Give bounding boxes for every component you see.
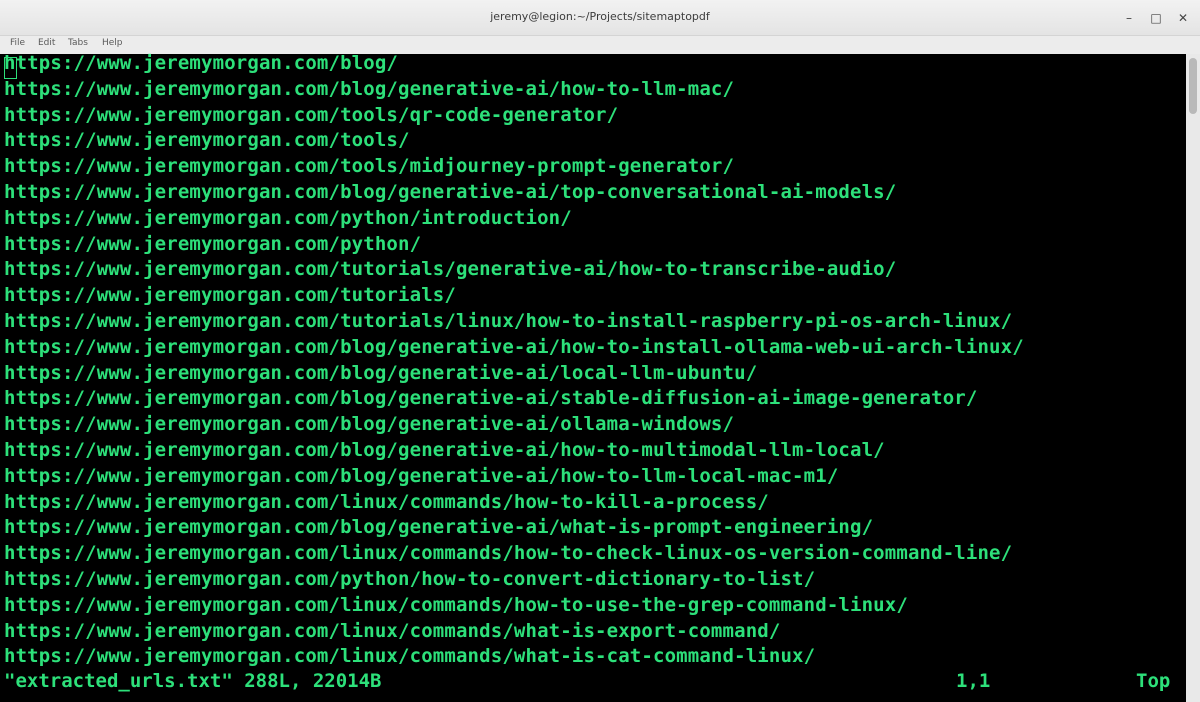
buffer-line: https://www.jeremymorgan.com/blog/	[4, 52, 399, 74]
maximize-button[interactable]: □	[1147, 9, 1165, 27]
buffer-line: https://www.jeremymorgan.com/linux/comma…	[4, 593, 908, 616]
menu-tabs[interactable]: Tabs	[68, 38, 88, 48]
buffer-line: https://www.jeremymorgan.com/tools/qr-co…	[4, 103, 619, 126]
text-cursor	[4, 57, 17, 79]
status-cursor-position: 1,1	[956, 670, 991, 692]
buffer-line: https://www.jeremymorgan.com/python/how-…	[4, 567, 816, 590]
menu-file[interactable]: File	[10, 38, 25, 48]
buffer-line: https://www.jeremymorgan.com/linux/comma…	[4, 542, 1013, 565]
buffer-line: https://www.jeremymorgan.com/blog/genera…	[4, 438, 885, 461]
buffer-line: https://www.jeremymorgan.com/tutorials/l…	[4, 309, 1013, 332]
buffer-line: https://www.jeremymorgan.com/blog/genera…	[4, 516, 874, 539]
window-title: jeremy@legion:~/Projects/sitemaptopdf	[490, 10, 710, 23]
title-bar[interactable]: jeremy@legion:~/Projects/sitemaptopdf – …	[0, 0, 1200, 36]
menu-help[interactable]: Help	[102, 38, 123, 48]
close-button[interactable]: ✕	[1174, 9, 1192, 27]
scrollbar-thumb[interactable]	[1189, 58, 1197, 114]
buffer-line: https://www.jeremymorgan.com/tools/midjo…	[4, 155, 735, 178]
status-scroll-position: Top	[1136, 670, 1171, 692]
buffer-line: https://www.jeremymorgan.com/python/intr…	[4, 206, 572, 229]
buffer-line: https://www.jeremymorgan.com/blog/genera…	[4, 180, 897, 203]
vertical-scrollbar[interactable]	[1186, 54, 1200, 702]
buffer-line: https://www.jeremymorgan.com/linux/comma…	[4, 645, 816, 668]
buffer-line: https://www.jeremymorgan.com/tutorials/g…	[4, 258, 897, 281]
buffer-line: https://www.jeremymorgan.com/linux/comma…	[4, 619, 781, 642]
buffer-line: https://www.jeremymorgan.com/tools/	[4, 129, 410, 152]
buffer-line: https://www.jeremymorgan.com/blog/genera…	[4, 361, 758, 384]
buffer-line: https://www.jeremymorgan.com/python/	[4, 232, 422, 255]
menu-edit[interactable]: Edit	[38, 38, 55, 48]
buffer-line: https://www.jeremymorgan.com/linux/comma…	[4, 490, 769, 513]
vim-status-line: "extracted_urls.txt" 288L, 22014B 1,1 To…	[0, 668, 1186, 694]
buffer-line: https://www.jeremymorgan.com/blog/genera…	[4, 77, 735, 100]
buffer-line: https://www.jeremymorgan.com/blog/genera…	[4, 335, 1024, 358]
buffer-line: https://www.jeremymorgan.com/blog/genera…	[4, 387, 978, 410]
vim-buffer[interactable]: https://www.jeremymorgan.com/blog/ https…	[4, 51, 1024, 670]
buffer-line: https://www.jeremymorgan.com/blog/genera…	[4, 464, 839, 487]
buffer-line: https://www.jeremymorgan.com/blog/genera…	[4, 413, 735, 436]
terminal-window: jeremy@legion:~/Projects/sitemaptopdf – …	[0, 0, 1200, 702]
status-file-info: "extracted_urls.txt" 288L, 22014B	[4, 670, 382, 692]
buffer-line: https://www.jeremymorgan.com/tutorials/	[4, 284, 456, 307]
minimize-button[interactable]: –	[1120, 9, 1138, 27]
